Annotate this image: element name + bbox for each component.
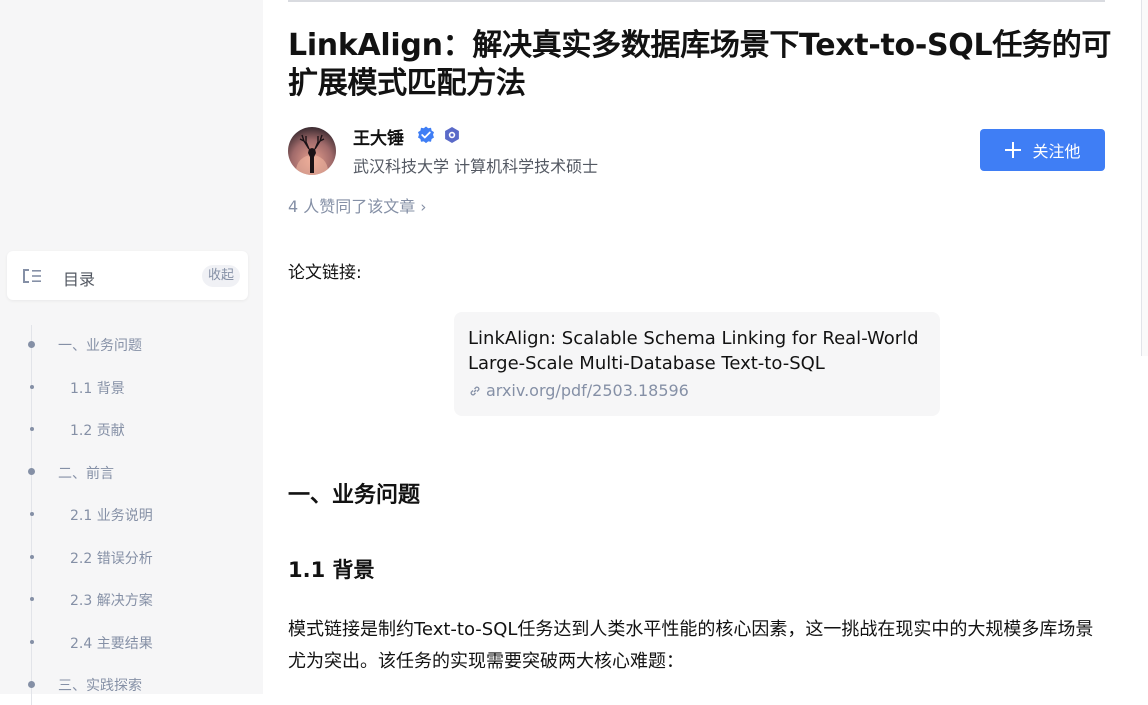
toc-item[interactable]: 2.4 主要结果 [70,633,153,653]
creator-badge-icon [445,127,459,143]
link-card[interactable]: LinkAlign: Scalable Schema Linking for R… [454,312,940,416]
toc-dot [28,340,35,348]
toc-header: 目录 收起 [7,251,248,300]
toc-item[interactable]: 二、前言 [58,463,114,483]
chevron-right-icon: › [420,198,427,216]
paper-link-label: 论文链接: [288,263,362,283]
toc-title: 目录 [63,270,96,289]
toc-dot [29,597,34,601]
toc-dot [29,427,34,431]
toc-item[interactable]: 1.2 贡献 [70,420,125,440]
toc-dot [29,384,34,389]
plus-icon [1005,142,1022,158]
body-paragraph: 模式链接是制约Text-to-SQL任务达到人类水平性能的核心因素，这一挑战在现… [288,619,1094,672]
toc-list-icon [23,269,41,283]
verified-icon [418,126,434,144]
subsection-heading: 1.1 背景 [288,558,375,582]
toc-item[interactable]: 1.1 背景 [70,378,125,398]
author-avatar[interactable] [288,127,336,175]
follow-button[interactable]: 关注他 [980,129,1105,171]
toc-item[interactable]: 2.1 业务说明 [70,505,153,525]
author-name[interactable]: 王大锤 [353,124,404,149]
deer-silhouette-avatar-icon [288,127,336,175]
likes-link[interactable]: 4 人赞同了该文章 › [288,193,426,217]
toc-dot [28,468,35,475]
toc-item[interactable]: 2.3 解决方案 [70,590,153,610]
toc-dot [29,554,34,559]
article-title: LinkAlign：解决真实多数据库场景下Text-to-SQL任务的可扩展模式… [288,28,1112,101]
section-heading: 一、业务问题 [288,483,421,508]
toc-dot [29,512,34,516]
toc-collapse-button[interactable]: 收起 [201,265,240,287]
header-image-edge [288,0,1105,2]
follow-label: 关注他 [1032,142,1081,161]
right-panel-edge [1141,0,1148,356]
link-card-title: LinkAlign: Scalable Schema Linking for R… [468,328,919,374]
author-bio: 武汉科技大学 计算机科学技术硕士 [353,157,599,176]
link-card-url: arxiv.org/pdf/2503.18596 [468,381,926,400]
toc-item[interactable]: 2.2 错误分析 [70,548,153,568]
link-url-text: arxiv.org/pdf/2503.18596 [486,381,689,400]
toc-item[interactable]: 三、实践探索 [58,675,142,695]
link-icon [470,386,480,395]
toc-item[interactable]: 一、业务问题 [58,335,142,355]
toc-dot [29,639,34,644]
likes-text: 4 人赞同了该文章 [288,197,416,216]
toc-dot [28,680,35,688]
